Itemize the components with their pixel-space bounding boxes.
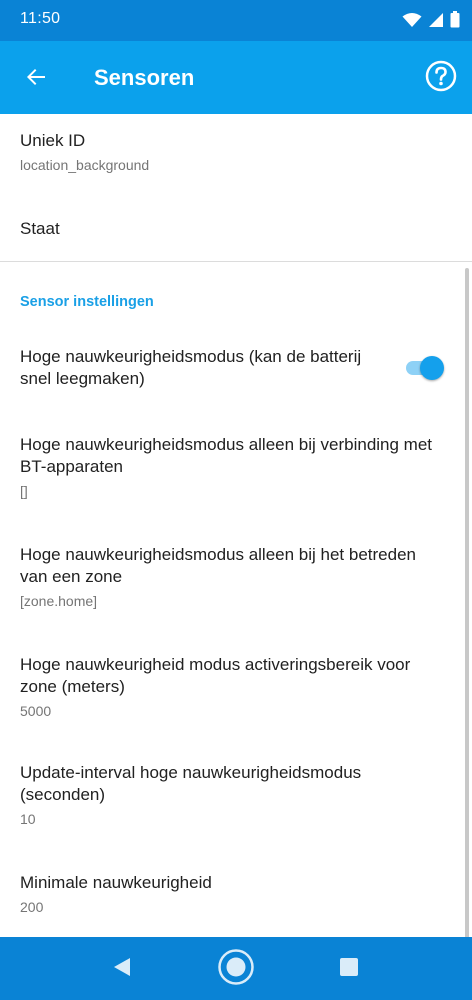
setting-title: Hoge nauwkeurigheid modus activeringsber… — [20, 655, 411, 696]
section-header: Sensor instellingen — [20, 294, 154, 310]
system-nav-bar — [0, 937, 472, 1000]
setting-update-interval[interactable]: Update-interval hoge nauwkeurigheidsmodu… — [20, 762, 440, 829]
signal-icon — [428, 12, 444, 33]
setting-value: 10 — [20, 811, 36, 827]
nav-back-button[interactable] — [102, 949, 142, 989]
setting-title: Hoge nauwkeurigheidsmodus alleen bij ver… — [20, 435, 433, 476]
high-accuracy-toggle[interactable] — [404, 354, 448, 382]
sensor-detail-content: Uniek ID location_background Staat Senso… — [0, 114, 472, 937]
toggle-thumb — [420, 356, 444, 380]
arrow-back-icon — [24, 65, 48, 94]
nav-home-button[interactable] — [216, 948, 256, 991]
setting-minimum-accuracy[interactable]: Minimale nauwkeurigheid 200 — [20, 872, 440, 917]
status-icons — [402, 11, 460, 33]
state-label: Staat — [20, 219, 60, 238]
unique-id-label: Uniek ID — [20, 131, 86, 150]
setting-bt-devices[interactable]: Hoge nauwkeurigheidsmodus alleen bij ver… — [20, 434, 440, 501]
setting-value: [] — [20, 483, 28, 499]
page-title: Sensoren — [94, 65, 195, 90]
setting-value: 5000 — [20, 703, 52, 719]
state-item: Staat — [20, 218, 440, 240]
unique-id-item: Uniek ID location_background — [20, 130, 440, 175]
unique-id-value: location_background — [20, 157, 150, 173]
setting-title: Update-interval hoge nauwkeurigheidsmodu… — [20, 763, 362, 804]
setting-title: Minimale nauwkeurigheid — [20, 873, 212, 892]
status-time: 11:50 — [20, 10, 61, 27]
battery-icon — [450, 11, 460, 33]
scrollbar[interactable] — [465, 268, 469, 948]
back-button[interactable] — [18, 61, 54, 97]
setting-title: Hoge nauwkeurigheidsmodus alleen bij het… — [20, 545, 416, 586]
triangle-back-icon — [111, 956, 133, 983]
help-button[interactable] — [424, 60, 458, 97]
setting-title: Hoge nauwkeurigheidsmodus (kan de batter… — [20, 347, 362, 388]
app-bar: Sensoren — [0, 41, 472, 114]
setting-zone-radius[interactable]: Hoge nauwkeurigheid modus activeringsber… — [20, 654, 440, 721]
setting-high-accuracy-mode[interactable]: Hoge nauwkeurigheidsmodus (kan de batter… — [20, 346, 390, 390]
wifi-icon — [402, 12, 422, 33]
setting-zone-entry[interactable]: Hoge nauwkeurigheidsmodus alleen bij het… — [20, 544, 440, 611]
nav-recents-button[interactable] — [329, 949, 369, 989]
square-recents-icon — [339, 957, 359, 982]
setting-value: [zone.home] — [20, 593, 98, 609]
status-bar: 11:50 — [0, 0, 472, 41]
setting-value: 200 — [20, 899, 44, 915]
divider — [0, 261, 472, 262]
home-circle-icon — [217, 948, 255, 991]
help-icon — [425, 60, 457, 97]
